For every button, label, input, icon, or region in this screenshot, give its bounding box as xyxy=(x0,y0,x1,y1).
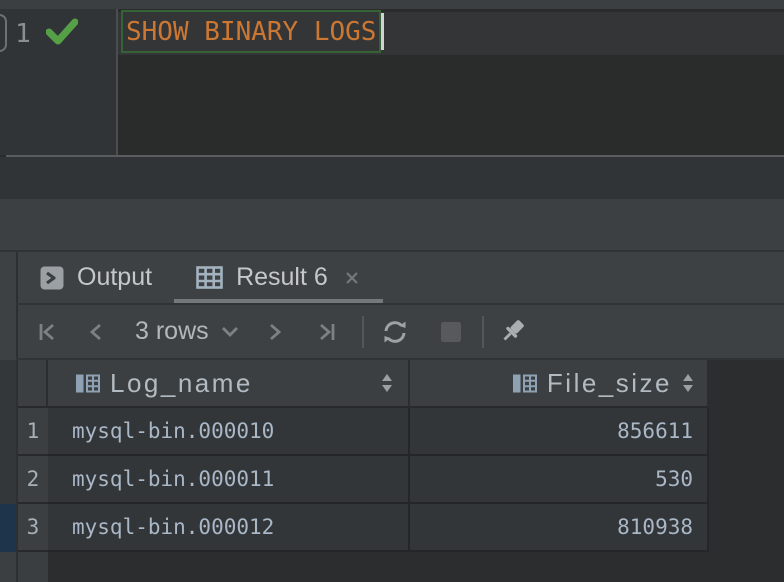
panel-splitter[interactable] xyxy=(0,199,784,250)
previous-page-icon xyxy=(89,323,101,340)
stop-icon xyxy=(440,321,461,342)
refresh-icon xyxy=(384,320,406,343)
chevron-down-icon xyxy=(220,325,240,339)
refresh-button[interactable] xyxy=(378,315,412,349)
row-number-cell[interactable]: 3 xyxy=(18,504,48,552)
next-page-button[interactable] xyxy=(258,315,292,349)
tab-output[interactable]: Output xyxy=(18,252,174,303)
left-strip-bottom xyxy=(0,552,16,582)
sql-editor[interactable]: 1 SHOW BINARY LOGS xyxy=(0,9,784,155)
column-name: Log_name xyxy=(110,367,253,398)
selected-row-marker xyxy=(0,504,16,552)
column-header-log-name[interactable]: Log_name xyxy=(48,360,410,408)
table-icon xyxy=(196,266,223,289)
column-header-file-size[interactable]: File_size xyxy=(410,360,709,408)
left-edge-scroll-marker xyxy=(0,14,7,52)
run-success-icon xyxy=(46,18,78,47)
tab-result-6[interactable]: Result 6 xyxy=(174,252,383,303)
last-page-icon xyxy=(319,323,335,340)
cell-file-size[interactable]: 810938 xyxy=(410,504,709,552)
tab-label: Result 6 xyxy=(236,263,328,291)
row-count-label: 3 rows xyxy=(135,317,209,345)
previous-page-button[interactable] xyxy=(79,315,113,349)
row-count-dropdown[interactable]: 3 rows xyxy=(135,317,240,346)
row-number-cell[interactable]: 2 xyxy=(18,456,48,504)
pin-icon xyxy=(503,319,524,341)
column-name: File_size xyxy=(546,367,672,398)
text-caret xyxy=(381,13,384,50)
line-number: 1 xyxy=(15,19,31,49)
grid-toolbar: 3 rows xyxy=(18,305,784,358)
table-row: 3 mysql-bin.000012 810938 xyxy=(18,504,784,552)
tab-label: Output xyxy=(77,263,153,291)
last-page-button[interactable] xyxy=(310,315,344,349)
cell-log-name[interactable]: mysql-bin.000011 xyxy=(48,456,410,504)
toolbar-separator xyxy=(481,315,484,348)
next-page-icon xyxy=(269,323,281,340)
first-page-icon xyxy=(39,323,54,340)
cell-file-size[interactable]: 856611 xyxy=(410,408,709,456)
grid-corner-cell xyxy=(18,360,48,408)
first-page-button[interactable] xyxy=(30,315,64,349)
pin-button[interactable] xyxy=(497,315,531,349)
result-grid: Log_name File_size 1 mysql-bin.000010 85… xyxy=(18,360,784,582)
row-gutter-tail xyxy=(18,552,48,582)
cell-file-size[interactable]: 530 xyxy=(410,456,709,504)
terminal-icon xyxy=(40,266,64,290)
top-toolbar-edge xyxy=(0,0,784,9)
statement-highlight-box[interactable]: SHOW BINARY LOGS xyxy=(121,10,382,53)
results-panel: Output Result 6 3 rows Log_name File_siz… xyxy=(0,252,784,582)
row-number-cell[interactable]: 1 xyxy=(18,408,48,456)
sort-icon[interactable] xyxy=(681,372,695,394)
database-console-window: 1 SHOW BINARY LOGS Output Result 6 3 row… xyxy=(0,0,784,582)
grid-header-row: Log_name File_size xyxy=(18,360,784,408)
table-row: 2 mysql-bin.000011 530 xyxy=(18,456,784,504)
toolbar-separator xyxy=(361,315,364,348)
editor-footer-band xyxy=(0,157,784,199)
close-icon[interactable] xyxy=(343,269,361,287)
tool-window-left-strip xyxy=(0,360,16,504)
column-icon xyxy=(74,371,101,396)
sql-statement-text: SHOW BINARY LOGS xyxy=(126,16,377,47)
gutter-separator xyxy=(116,9,118,155)
tab-bar: Output Result 6 xyxy=(18,252,784,303)
column-icon xyxy=(511,371,538,396)
cell-log-name[interactable]: mysql-bin.000012 xyxy=(48,504,410,552)
cell-log-name[interactable]: mysql-bin.000010 xyxy=(48,408,410,456)
stop-button[interactable] xyxy=(434,315,468,349)
table-row: 1 mysql-bin.000010 856611 xyxy=(18,408,784,456)
sort-icon[interactable] xyxy=(380,372,394,394)
